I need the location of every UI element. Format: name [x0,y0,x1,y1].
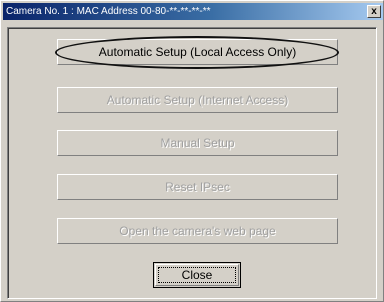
close-button[interactable]: Close [153,262,241,288]
close-button-label: Close [181,268,213,282]
open-web-page-button: Open the camera's web page [57,218,338,244]
button-panel [7,27,377,299]
automatic-setup-internet-button: Automatic Setup (Internet Access) [57,87,338,113]
reset-ipsec-button: Reset IPsec [57,174,338,200]
title-bar: Camera No. 1 : MAC Address 00-80-**-**-*… [3,3,383,20]
setup-dialog: Camera No. 1 : MAC Address 00-80-**-**-*… [0,0,384,302]
manual-setup-button: Manual Setup [57,130,338,156]
automatic-setup-local-button[interactable]: Automatic Setup (Local Access Only) [57,39,338,65]
window-title: Camera No. 1 : MAC Address 00-80-**-**-*… [6,6,211,17]
close-icon[interactable]: x [367,5,381,18]
